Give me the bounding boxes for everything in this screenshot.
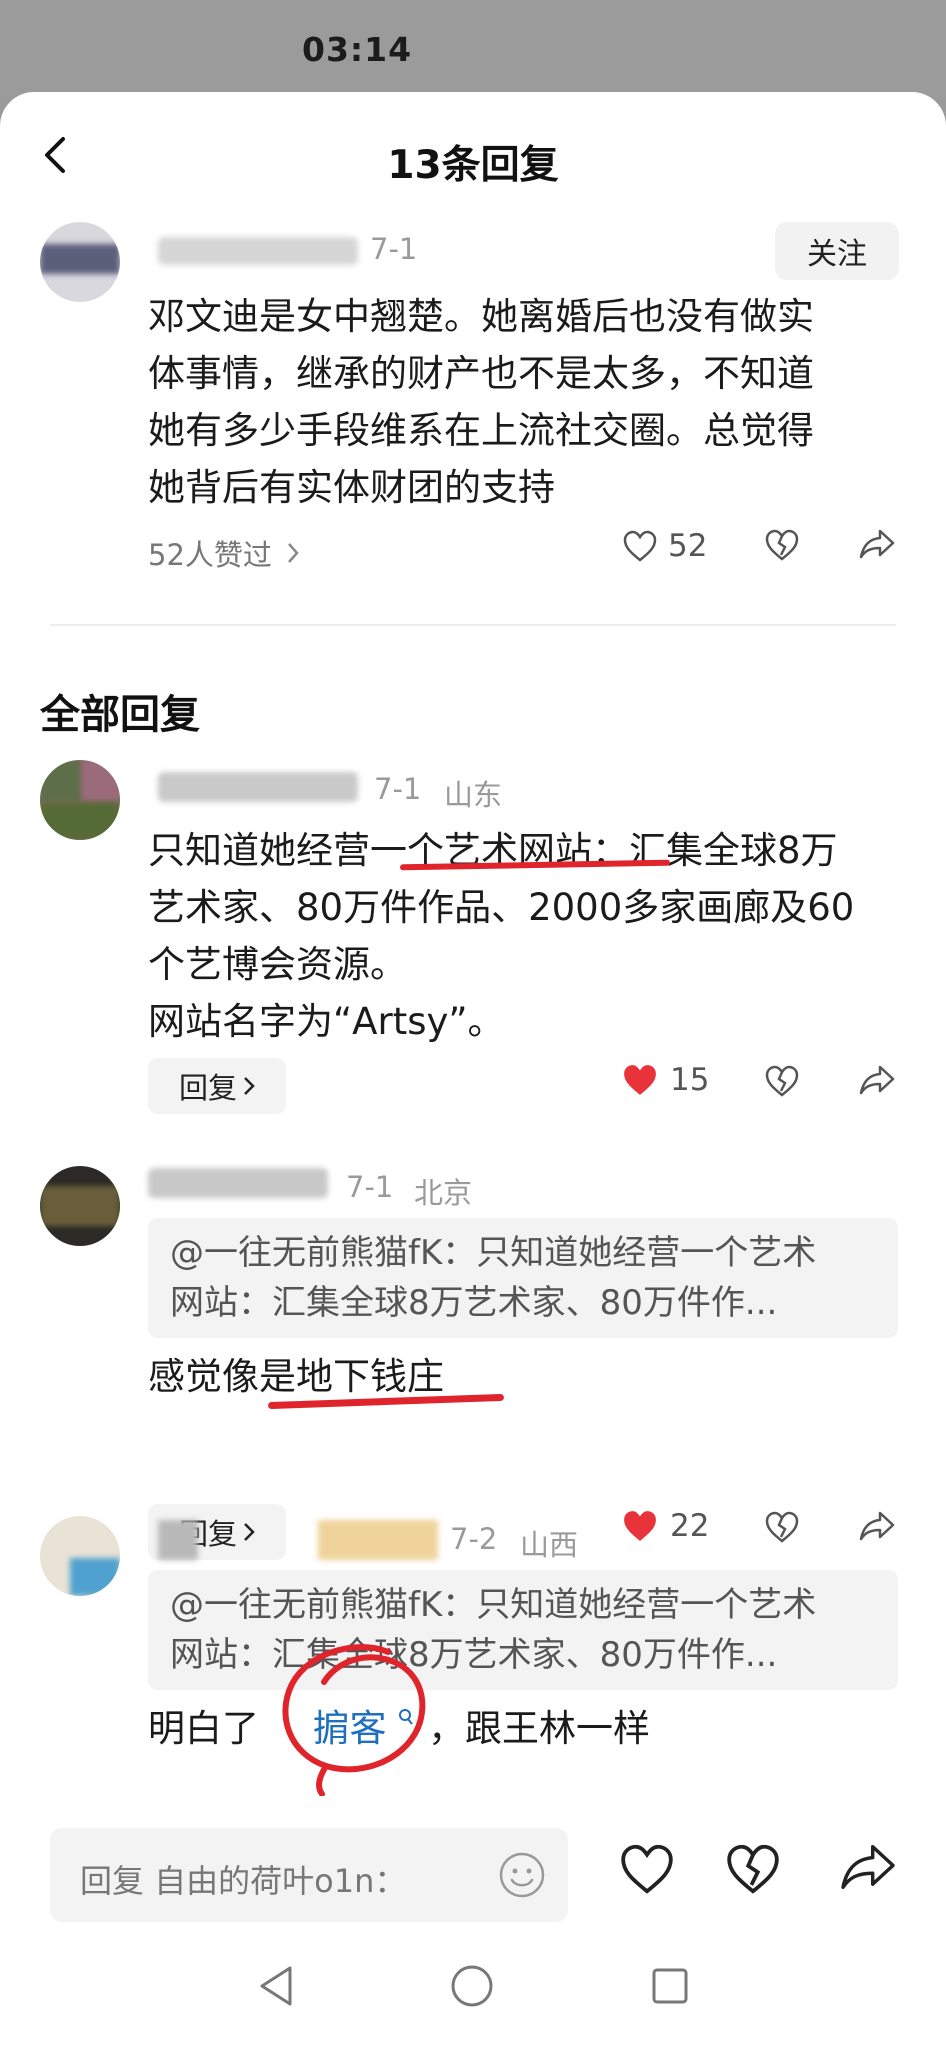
- share-button[interactable]: [858, 1510, 896, 1542]
- chevron-right-icon: [244, 1523, 255, 1541]
- share-icon: [859, 529, 895, 559]
- reply-location: 北京: [414, 1176, 473, 1210]
- username-blurred[interactable]: [158, 772, 358, 802]
- emoji-icon[interactable]: [497, 1850, 547, 1900]
- share-button[interactable]: [858, 1064, 896, 1096]
- reply-location: 山西: [520, 1528, 579, 1562]
- reply-date: 7-2: [450, 1522, 498, 1556]
- dislike-button[interactable]: [764, 1510, 800, 1544]
- dislike-button[interactable]: [764, 1064, 800, 1098]
- comment-line: 她有多少手段维系在上流社交圈。总觉得: [148, 409, 814, 452]
- username-blurred[interactable]: [148, 1168, 328, 1198]
- header: 13条回复: [0, 92, 946, 230]
- divider: [50, 624, 896, 626]
- like-count: 52: [668, 528, 708, 564]
- share-icon: [859, 1065, 895, 1095]
- username-blurred[interactable]: [158, 1520, 198, 1560]
- like-button[interactable]: 22: [620, 1508, 709, 1544]
- comment-line: 体事情，继承的财产也不是太多，不知道: [148, 352, 814, 395]
- like-count: 15: [670, 1062, 710, 1098]
- system-nav-bar: [0, 1934, 946, 2048]
- avatar[interactable]: [40, 760, 120, 840]
- like-button[interactable]: 15: [620, 1062, 709, 1098]
- reply-date: 7-1: [374, 772, 422, 806]
- follow-button[interactable]: 关注: [775, 222, 899, 280]
- reply-button-label: 回复: [178, 1071, 237, 1105]
- quote-line: @一往无前熊猫fK：只知道她经营一个艺术: [170, 1585, 817, 1625]
- heart-outline-icon[interactable]: [618, 1842, 676, 1896]
- page-title: 13条回复: [387, 143, 559, 188]
- replies-sheet: 13条回复 7-1 关注 邓文迪是女中翘楚。她离婚后也没有做实 体事情，继承的财…: [0, 92, 946, 2048]
- reply-date: 7-1: [346, 1170, 394, 1204]
- reply-input-bar: 回复 自由的荷叶o1n：: [0, 1814, 946, 1934]
- username-blurred[interactable]: [158, 237, 358, 265]
- like-count: 22: [670, 1508, 710, 1544]
- like-button[interactable]: 52: [622, 528, 707, 564]
- chevron-right-icon: [287, 543, 299, 563]
- nav-back-icon[interactable]: [256, 1964, 296, 2008]
- broken-heart-icon: [765, 1065, 799, 1097]
- reply-input[interactable]: 回复 自由的荷叶o1n：: [50, 1828, 568, 1922]
- reply-line: 只知道她经营一个艺术网站：汇集全球8万: [148, 829, 838, 872]
- reply-location: 山东: [444, 778, 503, 812]
- broken-heart-icon: [765, 1511, 799, 1543]
- status-time: 03:14: [302, 30, 413, 69]
- quoted-reply[interactable]: @一往无前熊猫fK：只知道她经营一个艺术 网站：汇集全球8万艺术家、80万件作.…: [148, 1218, 898, 1338]
- share-icon: [859, 1511, 895, 1541]
- nav-home-icon[interactable]: [450, 1964, 494, 2008]
- reply-text-after: ，跟王林一样: [428, 1707, 651, 1750]
- heart-outline-icon: [623, 530, 657, 562]
- reply-line: 网站名字为“Artsy”。: [148, 1000, 505, 1043]
- comment-line: 邓文迪是女中翘楚。她离婚后也没有做实: [148, 295, 814, 338]
- dislike-button[interactable]: [764, 528, 800, 562]
- reply-line: 个艺博会资源。: [148, 943, 407, 986]
- avatar[interactable]: [40, 1516, 120, 1596]
- avatar[interactable]: [40, 1166, 120, 1246]
- quote-line: 网站：汇集全球8万艺术家、80万件作...: [170, 1283, 778, 1323]
- likes-text: 52人赞过: [148, 538, 272, 572]
- reply-text-before: 明白了: [148, 1707, 259, 1750]
- username-blurred[interactable]: [318, 1520, 438, 1560]
- red-circle-annotation: [282, 1644, 426, 1796]
- heart-filled-icon: [624, 1511, 656, 1541]
- comment-text: 邓文迪是女中翘楚。她离婚后也没有做实 体事情，继承的财产也不是太多，不知道 她有…: [148, 288, 908, 516]
- broken-heart-icon: [765, 529, 799, 561]
- share-button[interactable]: [858, 528, 896, 560]
- reply-input-placeholder: 回复 自由的荷叶o1n：: [80, 1862, 407, 1900]
- broken-heart-icon[interactable]: [724, 1842, 782, 1896]
- chevron-right-icon: [244, 1077, 255, 1095]
- comment-line: 她背后有实体财团的支持: [148, 466, 555, 509]
- section-title: 全部回复: [40, 692, 200, 738]
- reply-button[interactable]: 回复: [148, 1058, 286, 1114]
- reply-line: 艺术家、80万件作品、2000多家画廊及60: [148, 886, 855, 929]
- reply-text: 感觉像是地下钱庄: [148, 1355, 444, 1398]
- likers-link[interactable]: 52人赞过: [148, 532, 300, 574]
- quote-line: @一往无前熊猫fK：只知道她经营一个艺术: [170, 1233, 817, 1273]
- nav-recents-icon[interactable]: [650, 1964, 690, 2008]
- comment-date: 7-1: [370, 232, 418, 266]
- share-icon[interactable]: [838, 1842, 898, 1892]
- avatar[interactable]: [40, 222, 120, 302]
- heart-filled-icon: [624, 1065, 656, 1095]
- reply-text: 只知道她经营一个艺术网站：汇集全球8万 艺术家、80万件作品、2000多家画廊及…: [148, 822, 918, 1050]
- status-bar: 03:14: [0, 0, 946, 100]
- quoted-reply[interactable]: @一往无前熊猫fK：只知道她经营一个艺术 网站：汇集全球8万艺术家、80万件作.…: [148, 1570, 898, 1690]
